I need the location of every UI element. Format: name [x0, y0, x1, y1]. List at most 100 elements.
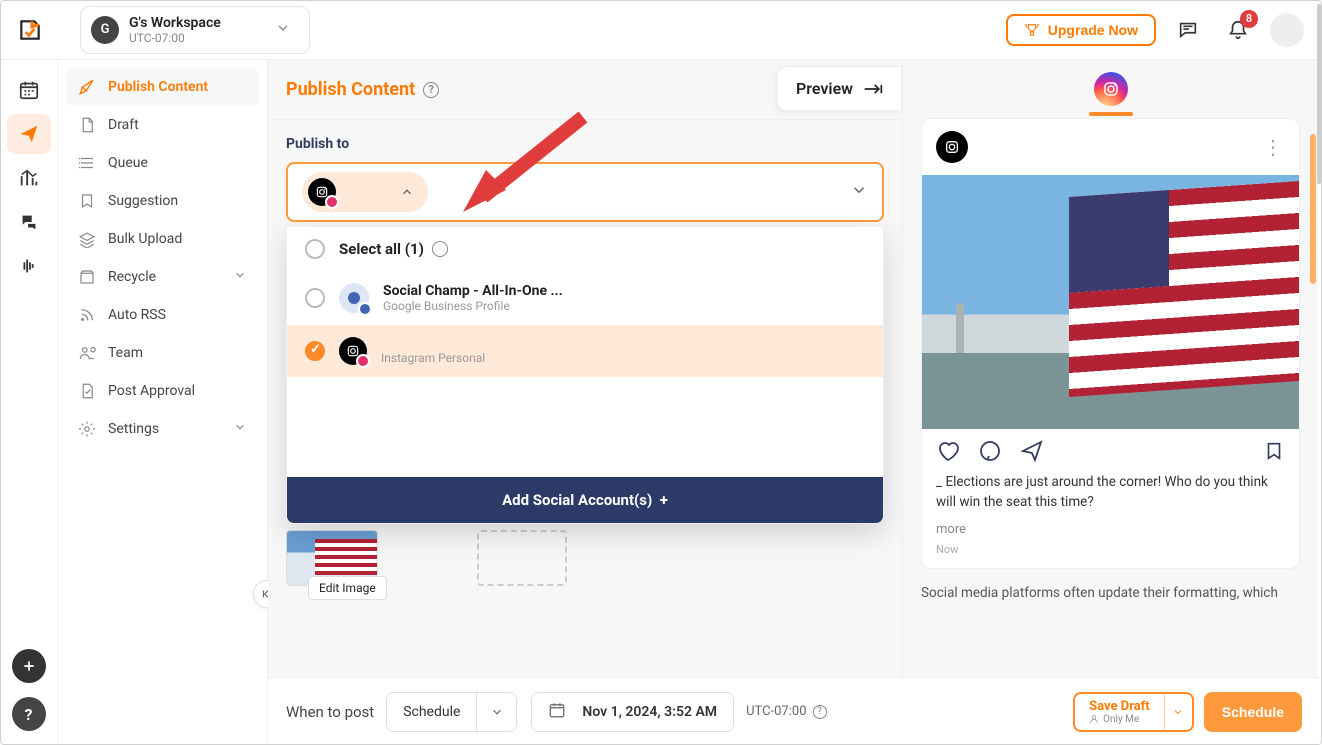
nav-label: Post Approval [108, 383, 195, 399]
account-sub: Google Business Profile [383, 299, 563, 313]
nav-auto-rss[interactable]: Auto RSS [66, 296, 259, 334]
date-value: Nov 1, 2024, 3:52 AM [582, 704, 717, 720]
side-nav: Publish Content Draft Queue Suggestion B… [58, 60, 268, 745]
nav-bulk-upload[interactable]: Bulk Upload [66, 220, 259, 258]
rail-engage[interactable] [7, 202, 51, 242]
chat-icon[interactable] [1170, 12, 1206, 48]
add-label: Add Social Account(s) [502, 491, 652, 509]
more-icon[interactable]: ⋮ [1263, 135, 1285, 159]
schedule-button[interactable]: Schedule [1204, 692, 1302, 732]
comment-icon[interactable] [978, 439, 1002, 463]
preview-more[interactable]: more [922, 522, 1299, 543]
page-scrollbar[interactable] [1317, 4, 1321, 184]
upgrade-button[interactable]: Upgrade Now [1006, 14, 1156, 46]
nav-label: Suggestion [108, 193, 178, 209]
preview-tabs [921, 60, 1300, 118]
edit-image-button[interactable]: Edit Image [308, 576, 387, 600]
chevron-down-icon [275, 20, 291, 40]
rail-analytics[interactable] [7, 158, 51, 198]
workspace-selector[interactable]: G G's Workspace UTC-07:00 [80, 6, 310, 54]
nav-team[interactable]: Team [66, 334, 259, 372]
chevron-down-icon [233, 420, 247, 438]
when-label: When to post [286, 703, 374, 721]
nav-label: Auto RSS [108, 307, 166, 323]
add-social-account-button[interactable]: Add Social Account(s) + [287, 477, 883, 523]
scrollbar[interactable] [1310, 134, 1316, 284]
preview-image [922, 175, 1299, 429]
account-name: Social Champ - All-In-One ... [383, 283, 563, 299]
mode-label: Schedule [387, 704, 476, 720]
nav-recycle[interactable]: Recycle [66, 258, 259, 296]
instagram-tab[interactable] [1094, 72, 1128, 106]
instagram-preview: ⋮ _ Elections are just around the corner… [921, 118, 1300, 569]
bottom-bar: When to post Schedule Nov 1, 2024, 3:52 … [268, 677, 1320, 745]
user-avatar[interactable] [1270, 13, 1304, 47]
workspace-name: G's Workspace [129, 15, 221, 31]
checkbox-checked-icon[interactable] [305, 341, 325, 361]
rail-listening[interactable] [7, 246, 51, 286]
trophy-icon [1024, 22, 1040, 38]
save-draft-label: Save Draft [1089, 699, 1150, 714]
preview-actions [922, 429, 1299, 473]
preview-label: Preview [796, 79, 853, 98]
nav-settings[interactable]: Settings [66, 410, 259, 448]
add-media-button[interactable] [477, 530, 567, 586]
rail-publish[interactable] [7, 114, 51, 154]
dropdown-account-ig[interactable]: Instagram Personal [287, 325, 883, 377]
chevron-down-icon [850, 181, 868, 203]
nav-draft[interactable]: Draft [66, 106, 259, 144]
checkbox-icon[interactable] [305, 239, 325, 259]
main-column: Publish Content? Preview Publish to Sele… [268, 60, 902, 677]
icon-rail: ? [0, 60, 58, 745]
visibility-label: Only Me [1103, 714, 1139, 725]
nav-label: Settings [108, 421, 159, 437]
help-icon[interactable]: ? [813, 705, 827, 719]
dropdown-account-gbp[interactable]: Social Champ - All-In-One ...Google Busi… [287, 271, 883, 325]
checkbox-icon[interactable] [305, 288, 325, 308]
dropdown-select-all[interactable]: Select all (1) [287, 227, 883, 271]
rail-add[interactable] [12, 649, 46, 683]
upgrade-label: Upgrade Now [1048, 22, 1138, 38]
tz-label: UTC-07:00 [746, 704, 806, 719]
rail-help[interactable]: ? [12, 697, 46, 731]
media-area: Edit Image [286, 530, 567, 586]
account-sub: Instagram Personal [381, 351, 485, 365]
chevron-down-icon [233, 268, 247, 286]
top-bar: G G's Workspace UTC-07:00 Upgrade Now 8 [0, 0, 1320, 60]
chevron-down-icon[interactable] [476, 693, 516, 731]
preview-caption: _ Elections are just around the corner! … [922, 473, 1299, 522]
nav-label: Team [108, 345, 143, 361]
nav-post-approval[interactable]: Post Approval [66, 372, 259, 410]
nav-label: Recycle [108, 269, 156, 285]
workspace-avatar: G [91, 16, 119, 44]
heart-icon[interactable] [936, 439, 960, 463]
save-draft-button[interactable]: Save DraftOnly Me [1073, 692, 1194, 732]
share-icon[interactable] [1020, 439, 1044, 463]
preview-avatar [936, 131, 968, 163]
nav-queue[interactable]: Queue [66, 144, 259, 182]
info-icon[interactable] [432, 241, 448, 257]
schedule-datetime[interactable]: Nov 1, 2024, 3:52 AM [531, 692, 734, 732]
account-name-redacted [344, 187, 392, 197]
preview-note: Social media platforms often update thei… [921, 583, 1300, 603]
nav-publish-content[interactable]: Publish Content [66, 68, 259, 106]
page-title: Publish Content [286, 79, 415, 100]
instagram-icon [339, 337, 367, 365]
app-logo [0, 17, 60, 43]
nav-label: Publish Content [108, 79, 208, 95]
post-mode-select[interactable]: Schedule [386, 692, 517, 732]
rail-calendar[interactable] [7, 70, 51, 110]
nav-label: Bulk Upload [108, 231, 182, 247]
help-icon[interactable]: ? [423, 82, 439, 98]
nav-suggestion[interactable]: Suggestion [66, 182, 259, 220]
chevron-down-icon[interactable] [1164, 694, 1192, 730]
annotation-arrow [448, 112, 588, 226]
preview-toggle[interactable]: Preview [777, 66, 902, 111]
bell-icon[interactable]: 8 [1220, 12, 1256, 48]
calendar-icon [548, 701, 566, 723]
nav-label: Queue [108, 155, 148, 171]
account-name [381, 337, 485, 351]
selected-account-pill[interactable] [302, 172, 428, 212]
bookmark-icon[interactable] [1263, 440, 1285, 462]
account-dropdown: Select all (1) Social Champ - All-In-One… [286, 226, 884, 524]
